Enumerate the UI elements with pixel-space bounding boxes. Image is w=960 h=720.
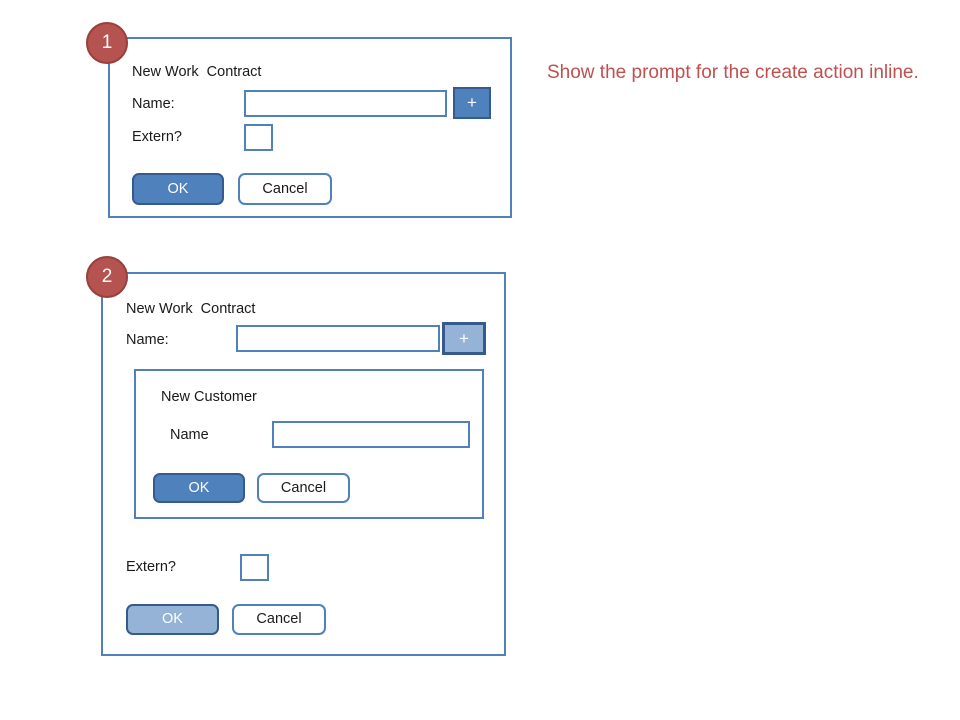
panel1-add-customer-button[interactable]: + [453, 87, 491, 119]
inner-dialog-name-input[interactable] [272, 421, 470, 448]
panel1-form-title: New Work Contract [132, 64, 262, 80]
panel1-ok-button[interactable]: OK [132, 173, 224, 205]
panel2-extern-label: Extern? [126, 559, 176, 575]
step-badge-2: 2 [86, 256, 128, 298]
panel2-ok-button[interactable]: OK [126, 604, 219, 635]
panel2-name-input[interactable] [236, 325, 440, 352]
mockup-canvas: New Work Contract Name: + Extern? OK Can… [0, 0, 960, 720]
annotation-text: Show the prompt for the create action in… [547, 62, 919, 83]
panel1-extern-label: Extern? [132, 129, 182, 145]
panel1-name-label: Name: [132, 96, 175, 112]
panel1-name-input[interactable] [244, 90, 447, 117]
step-badge-1: 1 [86, 22, 128, 64]
wireframe-panel-step-2: New Work Contract Name: + New Customer N… [101, 272, 506, 656]
panel2-name-label: Name: [126, 332, 169, 348]
panel1-cancel-button[interactable]: Cancel [238, 173, 332, 205]
inner-dialog-cancel-button[interactable]: Cancel [257, 473, 350, 503]
wireframe-panel-step-1: New Work Contract Name: + Extern? OK Can… [108, 37, 512, 218]
panel2-extern-checkbox[interactable] [240, 554, 269, 581]
inner-dialog-title: New Customer [161, 389, 257, 405]
inner-dialog-ok-button[interactable]: OK [153, 473, 245, 503]
panel2-form-title: New Work Contract [126, 301, 256, 317]
new-customer-inline-dialog: New Customer Name OK Cancel [134, 369, 484, 519]
panel1-extern-checkbox[interactable] [244, 124, 273, 151]
panel2-add-customer-button[interactable]: + [442, 322, 486, 355]
panel2-cancel-button[interactable]: Cancel [232, 604, 326, 635]
inner-dialog-name-label: Name [170, 427, 209, 443]
